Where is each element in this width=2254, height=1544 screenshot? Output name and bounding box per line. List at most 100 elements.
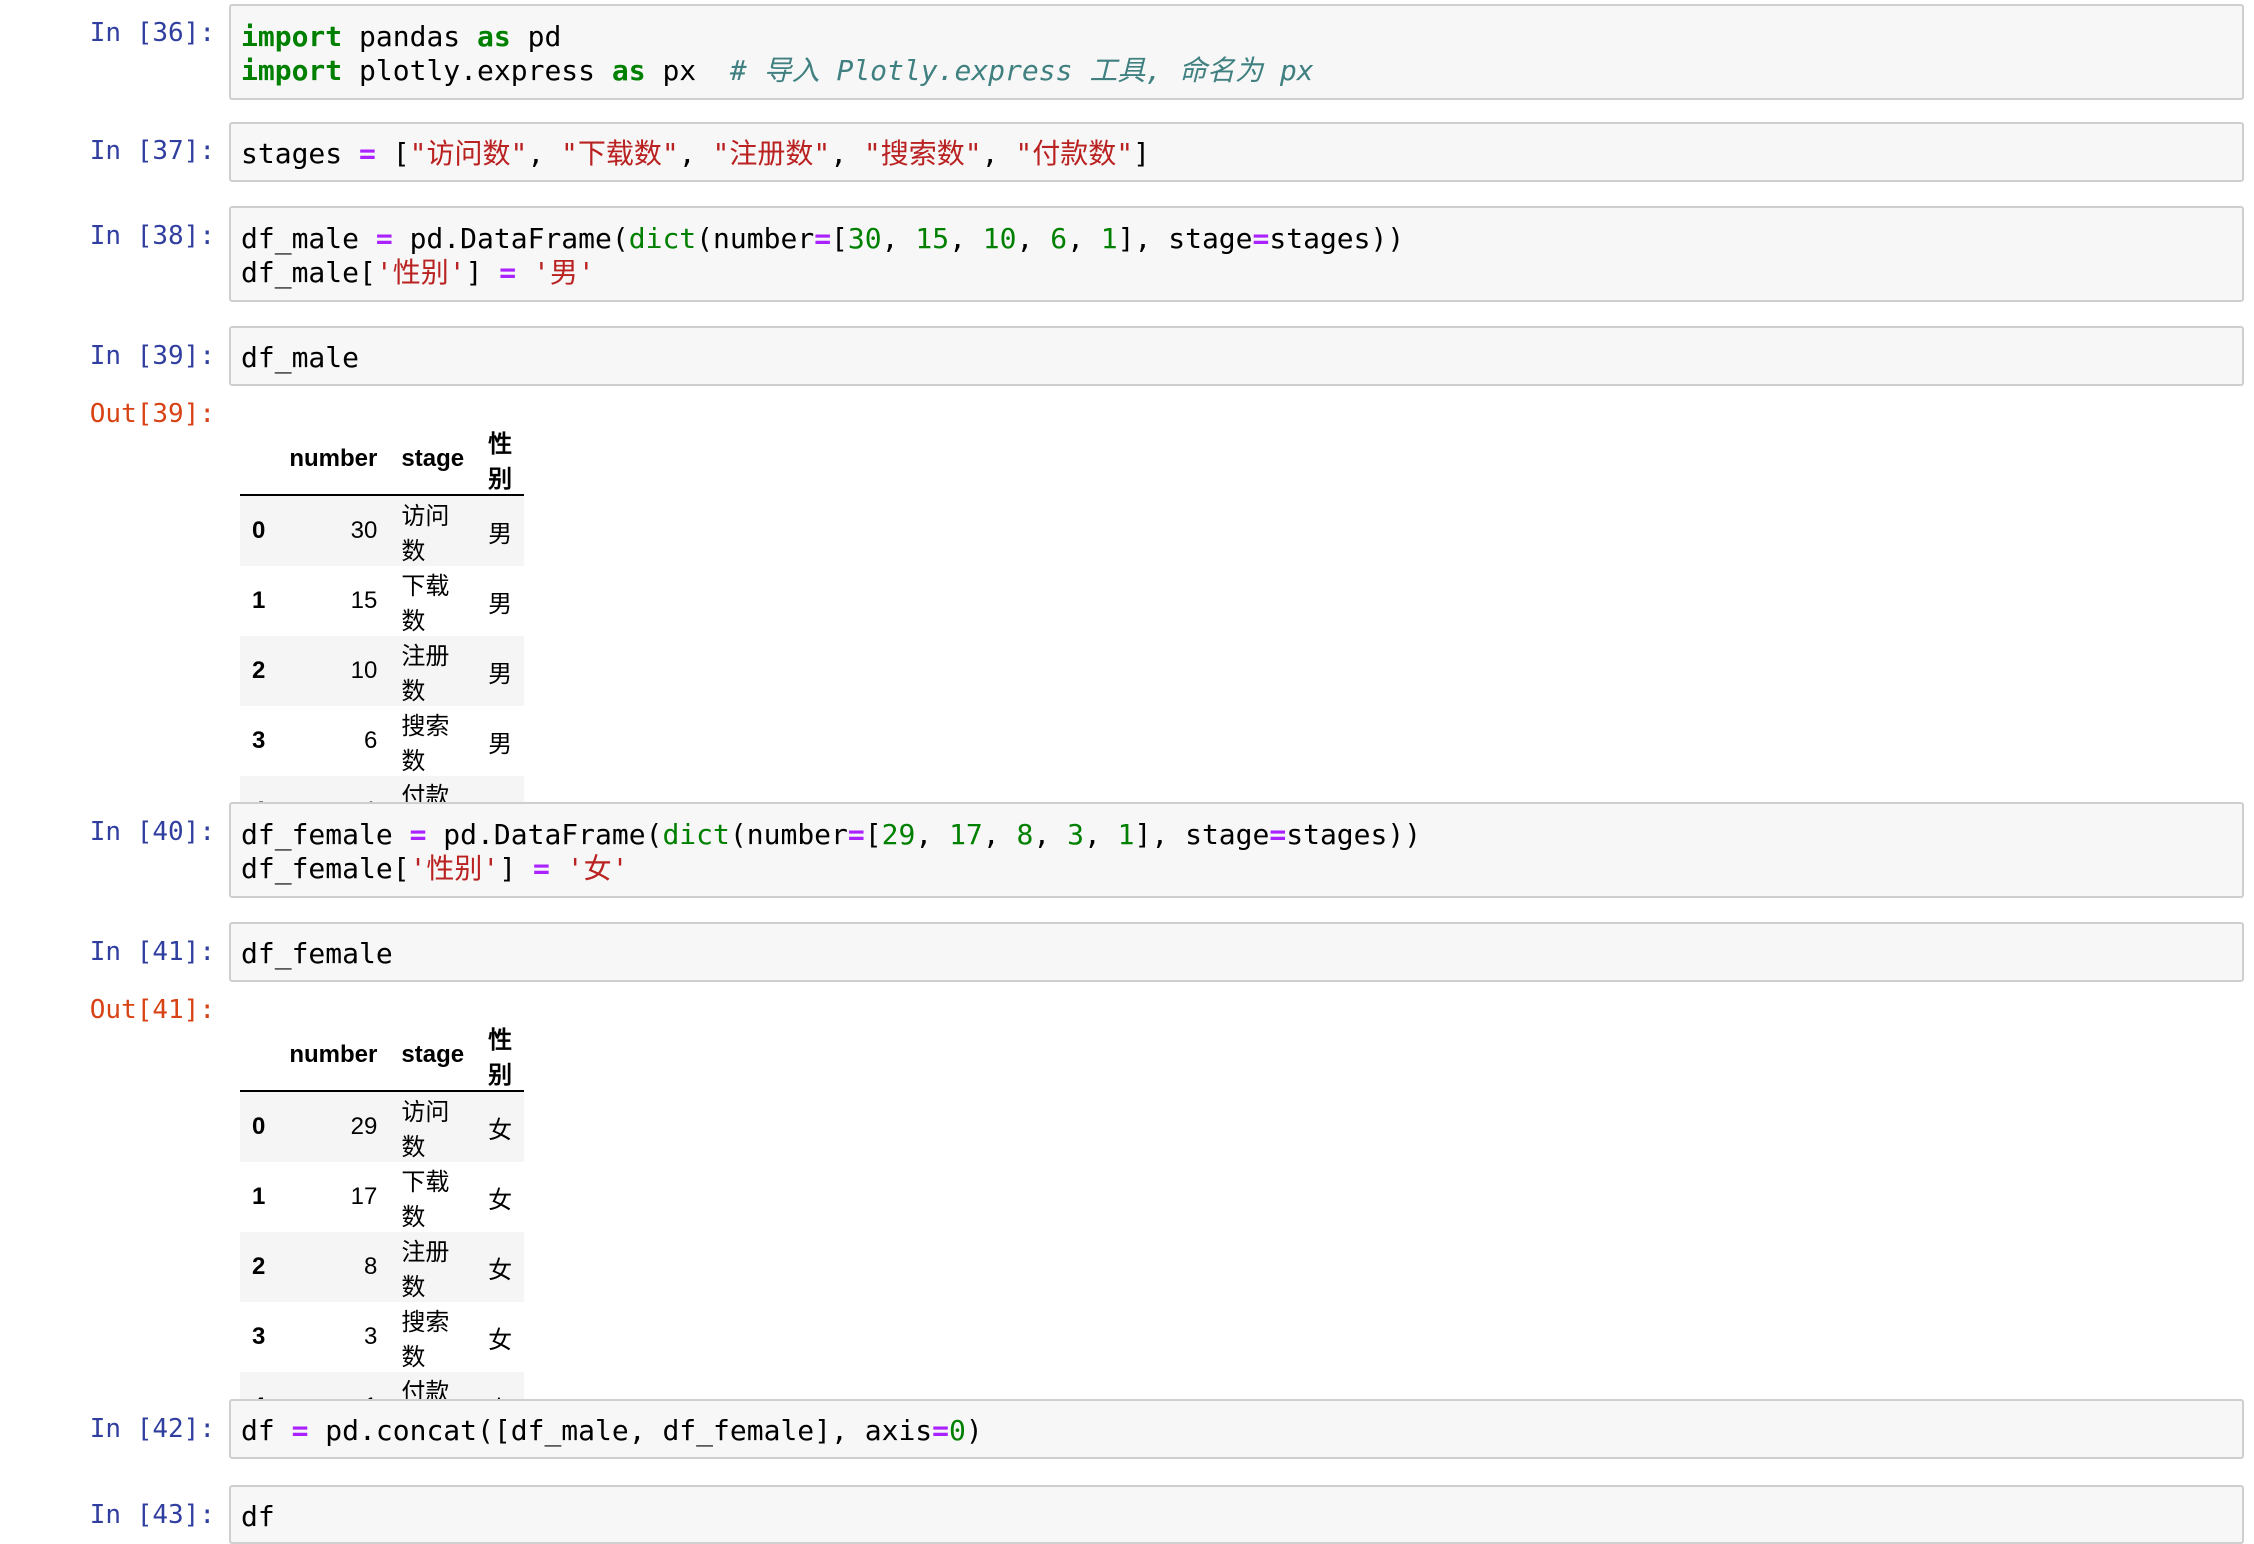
- input-prompt: In [39]:: [89, 341, 215, 371]
- code-token: ,: [1016, 222, 1051, 255]
- code-line: df_male: [241, 341, 359, 375]
- code-token: # 导入 Plotly.express 工具, 命名为 px: [729, 54, 1314, 87]
- code-line: df_male['性别'] = '男': [241, 256, 595, 290]
- table-row: 0 29 访问数 女: [240, 1091, 525, 1162]
- code-token: 10: [982, 222, 1017, 255]
- code-token: 8: [1016, 818, 1034, 851]
- code-token: pd: [510, 20, 562, 53]
- code-token: df: [241, 1500, 275, 1533]
- code-token: dict: [628, 222, 697, 255]
- code-token: ,: [949, 222, 983, 255]
- cell-stage: 搜索数: [401, 713, 450, 775]
- code-line: import pandas as pd: [241, 20, 561, 54]
- code-token: =: [291, 1414, 309, 1447]
- row-index: 0: [252, 517, 266, 544]
- code-token: ,: [1033, 818, 1068, 851]
- cell-number: 8: [364, 1253, 378, 1280]
- input-prompt: In [36]:: [89, 18, 215, 48]
- code-input-area[interactable]: df: [229, 1485, 2244, 1544]
- cell-gender: 男: [488, 660, 513, 688]
- code-token: 1: [1100, 222, 1118, 255]
- column-header: number: [277, 1020, 390, 1092]
- cell-stage: 搜索数: [401, 1309, 450, 1371]
- code-token: 6: [1050, 222, 1068, 255]
- code-token: ): [965, 1414, 983, 1447]
- code-input-area[interactable]: df_female = pd.DataFrame(dict(number=[29…: [229, 802, 2244, 898]
- code-token: ], stage: [1134, 818, 1270, 851]
- cell-number: 6: [364, 727, 378, 754]
- code-token: pd.DataFrame(: [426, 818, 663, 851]
- cell-number: 29: [350, 1113, 378, 1140]
- column-header: 性别: [476, 424, 525, 496]
- code-token: pandas: [342, 20, 478, 53]
- code-input-area[interactable]: df_female: [229, 922, 2244, 982]
- code-token: df_male[: [241, 256, 376, 289]
- column-header: number: [277, 424, 390, 496]
- code-token: ,: [915, 818, 950, 851]
- cell-number: 3: [364, 1323, 378, 1350]
- code-token: =: [499, 256, 517, 289]
- cell-gender: 女: [488, 1186, 513, 1214]
- cell-stage: 下载数: [401, 1169, 450, 1231]
- code-token: 29: [881, 818, 916, 851]
- code-token: df_female[: [241, 852, 410, 885]
- row-index: 3: [252, 1323, 266, 1350]
- code-token: px: [645, 54, 730, 87]
- code-token: df_male: [241, 341, 360, 374]
- code-line: df_female = pd.DataFrame(dict(number=[29…: [241, 818, 1421, 852]
- code-token: [: [864, 818, 882, 851]
- row-index: 0: [252, 1113, 266, 1140]
- code-token: pd.DataFrame(: [392, 222, 629, 255]
- code-line: df_female['性别'] = '女': [241, 852, 628, 886]
- index-header: [240, 1020, 278, 1092]
- code-token: =: [1252, 222, 1270, 255]
- code-input-area[interactable]: import pandas as pd import plotly.express…: [229, 4, 2244, 100]
- code-token: =: [359, 137, 376, 170]
- code-token: "付款数": [1015, 137, 1134, 170]
- code-token: dict: [662, 818, 730, 851]
- code-token: [: [375, 137, 410, 170]
- code-token: ,: [982, 818, 1017, 851]
- code-line: stages = ["访问数", "下载数", "注册数", "搜索数", "付…: [241, 137, 1150, 171]
- code-input-area[interactable]: df_male = pd.DataFrame(dict(number=[30, …: [229, 206, 2244, 302]
- cell-stage: 注册数: [401, 643, 450, 705]
- table-row: 3 6 搜索数 男: [240, 706, 524, 776]
- code-token: ]: [465, 256, 500, 289]
- cell-stage: 注册数: [401, 1239, 450, 1301]
- code-token: ,: [830, 137, 864, 170]
- input-prompt: In [42]:: [89, 1414, 215, 1444]
- code-token: =: [375, 222, 393, 255]
- code-input-area[interactable]: df = pd.concat([df_male, df_female], axi…: [229, 1399, 2244, 1459]
- input-prompt: In [40]:: [89, 817, 215, 847]
- cell-stage: 访问数: [401, 503, 450, 565]
- code-token: '男': [533, 256, 595, 289]
- index-header: [240, 424, 278, 496]
- table-row: 1 15 下载数 男: [240, 566, 524, 636]
- code-line: import plotly.express as px # 导入 Plotly.…: [241, 54, 1314, 88]
- code-input-area[interactable]: stages = ["访问数", "下载数", "注册数", "搜索数", "付…: [229, 122, 2244, 182]
- table-row: 2 8 注册数 女: [240, 1232, 525, 1302]
- code-token: 15: [915, 222, 950, 255]
- code-line: df_male = pd.DataFrame(dict(number=[30, …: [241, 222, 1404, 256]
- code-token: =: [533, 852, 550, 885]
- column-header: stage: [389, 424, 477, 496]
- row-index: 2: [252, 657, 266, 684]
- code-token: "访问数": [409, 137, 528, 170]
- cell-number: 17: [350, 1183, 378, 1210]
- code-line: df = pd.concat([df_male, df_female], axi…: [241, 1414, 983, 1448]
- code-input-area[interactable]: df_male: [229, 326, 2244, 386]
- code-token: ,: [881, 222, 916, 255]
- code-token: import: [241, 54, 343, 87]
- cell-stage: 下载数: [401, 573, 450, 635]
- row-index: 2: [252, 1253, 266, 1280]
- code-token: =: [409, 818, 427, 851]
- code-token: "下载数": [561, 137, 679, 170]
- code-line: df: [241, 1500, 275, 1534]
- code-token: 1: [1117, 818, 1135, 851]
- code-token: pd.concat([df_male, df_female], axis: [308, 1414, 933, 1447]
- code-token: ]: [499, 852, 534, 885]
- input-prompt: In [38]:: [89, 221, 215, 251]
- table-row: 0 30 访问数 男: [240, 495, 525, 566]
- table-header-row: number stage 性别: [240, 424, 525, 496]
